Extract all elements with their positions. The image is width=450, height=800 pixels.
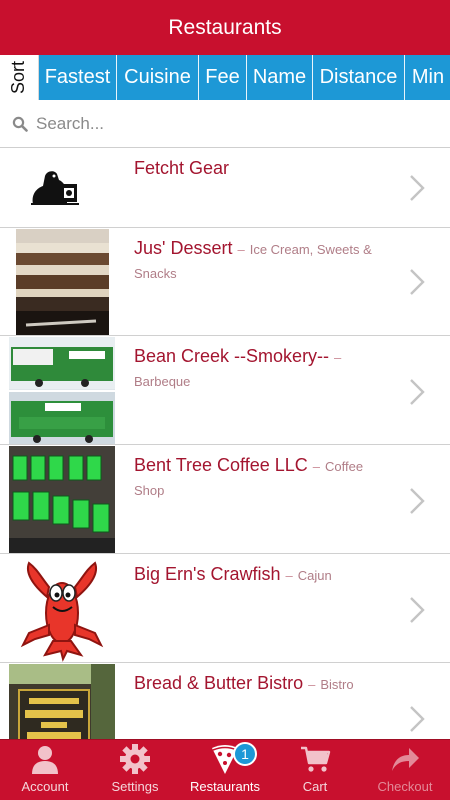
restaurant-row[interactable]: Bent Tree Coffee LLC – Coffee Shop bbox=[0, 445, 450, 554]
tab-account[interactable]: Account bbox=[0, 740, 90, 800]
sort-option-fee[interactable]: Fee bbox=[199, 55, 247, 100]
restaurant-row[interactable]: Jus' Dessert – Ice Cream, Sweets & Snacks bbox=[0, 228, 450, 336]
sort-option-name[interactable]: Name bbox=[247, 55, 313, 100]
chevron-right-icon bbox=[410, 488, 425, 514]
tab-cart[interactable]: Cart bbox=[270, 740, 360, 800]
tab-restaurants[interactable]: Restaurants 1 bbox=[180, 740, 270, 800]
chevron-right-icon bbox=[410, 175, 425, 201]
crawfish-logo bbox=[9, 555, 115, 662]
restaurant-name: Bean Creek --Smokery-- bbox=[134, 346, 330, 366]
tab-label: Restaurants bbox=[189, 779, 261, 794]
tab-label: Account bbox=[21, 779, 69, 794]
person-icon bbox=[32, 746, 58, 774]
chevron-right-icon bbox=[410, 269, 425, 295]
restaurant-name: Bent Tree Coffee LLC bbox=[134, 455, 308, 475]
chevron-right-icon bbox=[410, 379, 425, 405]
restaurant-info: Bean Creek --Smokery-- –Barbeque bbox=[134, 346, 342, 389]
tab-label: Settings bbox=[111, 779, 159, 794]
sort-option-fastest[interactable]: Fastest bbox=[39, 55, 117, 100]
restaurant-info: Fetcht Gear bbox=[134, 156, 389, 182]
sort-option-distance[interactable]: Distance bbox=[313, 55, 405, 100]
bent-tree-coffee-sign bbox=[9, 446, 115, 553]
restaurant-info: Bent Tree Coffee LLC – Coffee Shop bbox=[134, 455, 364, 498]
tab-settings[interactable]: Settings bbox=[90, 740, 180, 800]
cart-icon bbox=[301, 746, 331, 772]
restaurant-list: Fetcht Gear Jus' Dessert – Ice Cream, Sw… bbox=[0, 148, 450, 772]
restaurant-info: Jus' Dessert – Ice Cream, Sweets & Snacks bbox=[134, 238, 372, 281]
restaurant-name: Jus' Dessert bbox=[134, 238, 233, 258]
search-bar bbox=[0, 100, 450, 148]
search-icon bbox=[10, 114, 30, 134]
restaurant-category: Cajun bbox=[297, 568, 332, 583]
share-arrow-icon bbox=[392, 748, 419, 771]
cart-count-badge: 1 bbox=[233, 742, 257, 766]
app: Restaurants Sort Fastest Cuisine Fee Nam… bbox=[0, 0, 450, 800]
restaurant-name: Big Ern's Crawfish bbox=[134, 564, 281, 584]
restaurant-category: Barbeque bbox=[134, 374, 191, 389]
restaurant-category: Bistro bbox=[320, 677, 354, 692]
restaurant-info: Big Ern's Crawfish – Cajun bbox=[134, 564, 332, 584]
bottom-tab-bar: Account Settings Restaurants 1 Cart Chec… bbox=[0, 739, 450, 800]
page-title: Restaurants bbox=[168, 15, 282, 39]
restaurant-info: Bread & Butter Bistro – Bistro bbox=[134, 673, 354, 693]
fetcht-gear-logo bbox=[9, 160, 115, 216]
tab-label: Checkout bbox=[377, 779, 433, 794]
sort-option-min[interactable]: Min bbox=[405, 55, 450, 100]
dessert-photo bbox=[16, 229, 109, 335]
chevron-right-icon bbox=[410, 597, 425, 623]
search-input[interactable] bbox=[34, 112, 418, 135]
restaurant-row[interactable]: Bean Creek --Smokery-- –Barbeque bbox=[0, 336, 450, 445]
tab-label: Cart bbox=[302, 779, 328, 794]
restaurant-name: Bread & Butter Bistro bbox=[134, 673, 304, 693]
tab-checkout[interactable]: Checkout bbox=[360, 740, 450, 800]
sort-label: Sort bbox=[0, 55, 39, 100]
sort-option-cuisine[interactable]: Cuisine bbox=[117, 55, 199, 100]
restaurant-row[interactable]: Big Ern's Crawfish – Cajun bbox=[0, 554, 450, 663]
chevron-right-icon bbox=[410, 706, 425, 732]
restaurant-row[interactable]: Fetcht Gear bbox=[0, 148, 450, 228]
food-truck-photo bbox=[9, 337, 115, 444]
restaurant-name: Fetcht Gear bbox=[134, 158, 230, 178]
app-header: Restaurants bbox=[0, 0, 450, 55]
gear-icon bbox=[120, 744, 150, 774]
sort-bar: Sort Fastest Cuisine Fee Name Distance M… bbox=[0, 55, 450, 100]
